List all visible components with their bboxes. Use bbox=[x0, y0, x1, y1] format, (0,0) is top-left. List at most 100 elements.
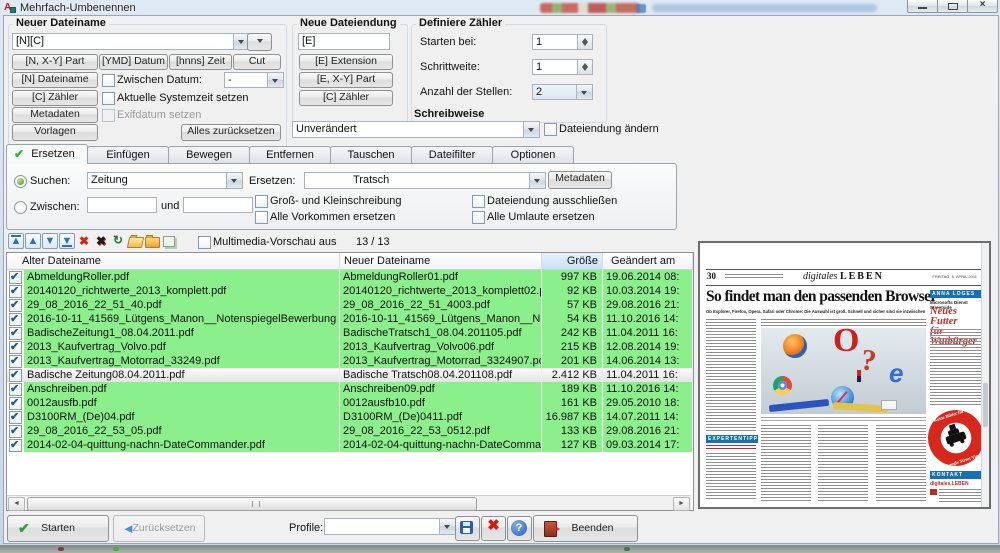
alle-umlaute-checkbox[interactable] bbox=[472, 211, 485, 224]
column-header-neuer-dateiname[interactable]: Neuer Dateiname bbox=[340, 253, 542, 269]
remove-icon[interactable]: ✖ bbox=[76, 233, 92, 249]
scroll-right-icon[interactable]: ► bbox=[673, 497, 690, 511]
beenden-button[interactable]: Beenden bbox=[533, 515, 638, 542]
profile-combobox[interactable] bbox=[324, 518, 456, 535]
help-button[interactable]: ? bbox=[507, 516, 532, 541]
table-row[interactable]: 2013_Kaufvertrag_Volvo.pdf2013_Kaufvertr… bbox=[7, 340, 693, 354]
chevron-down-icon[interactable] bbox=[523, 122, 539, 137]
row-checkbox[interactable] bbox=[9, 341, 22, 354]
extension-part-button[interactable]: [E, X-Y] Part bbox=[299, 72, 393, 88]
tab-tauschen[interactable]: Tauschen bbox=[330, 146, 412, 164]
table-row[interactable]: AbmeldungRoller.pdfAbmeldungRoller01.pdf… bbox=[7, 270, 693, 284]
datum-separator-combobox[interactable]: - bbox=[224, 72, 284, 88]
table-row[interactable]: Badische Zeitung08.04.2011.pdfBadische T… bbox=[7, 368, 693, 382]
schrittweite-spinner[interactable]: 1 bbox=[532, 59, 593, 75]
tab-ersetzen[interactable]: ✔Ersetzen bbox=[6, 144, 88, 164]
zwischen-datum-checkbox[interactable] bbox=[102, 74, 115, 87]
table-row[interactable]: 2016-10-11_41569_Lütgens_Manon__Notenspi… bbox=[7, 312, 693, 326]
datum-button[interactable]: [YMD] Datum bbox=[99, 54, 168, 70]
row-checkbox[interactable] bbox=[9, 439, 22, 452]
suchen-combobox[interactable]: Zeitung bbox=[87, 172, 243, 189]
chevron-down-icon[interactable] bbox=[529, 173, 545, 188]
row-checkbox[interactable] bbox=[9, 271, 22, 284]
column-header-alter-dateiname[interactable]: Alter Dateiname bbox=[7, 253, 340, 269]
table-row[interactable]: 2013_Kaufvertrag_Motorrad_33249.pdf2013_… bbox=[7, 354, 693, 368]
zwischen-bis-input[interactable] bbox=[183, 197, 253, 213]
table-row[interactable]: 20140120_richtwerte_2013_komplett.pdf201… bbox=[7, 284, 693, 298]
delete-profile-button[interactable]: ✖ bbox=[481, 516, 506, 541]
table-row[interactable]: Anschreiben.pdfAnschreiben09.pdf189 KB11… bbox=[7, 382, 693, 396]
new-window-icon[interactable] bbox=[161, 233, 177, 249]
chevron-down-icon[interactable] bbox=[267, 73, 283, 87]
tab-optionen[interactable]: Optionen bbox=[492, 146, 574, 164]
extension-pattern-input[interactable]: [E] bbox=[298, 33, 390, 50]
remove-all-icon[interactable]: ✖ bbox=[93, 233, 109, 249]
extension-zaehler-button[interactable]: [C] Zähler bbox=[299, 90, 393, 106]
metadaten-button[interactable]: Metadaten bbox=[12, 107, 98, 123]
table-row[interactable]: 29_08_2016_22_51_40.pdf29_08_2016_22_51_… bbox=[7, 298, 693, 312]
row-checkbox[interactable] bbox=[9, 313, 22, 326]
table-row[interactable]: 0012ausfb.pdf0012ausfb10.pdf161 KB29.05.… bbox=[7, 396, 693, 410]
zwischen-von-input[interactable] bbox=[87, 197, 157, 213]
preview-scrollbar[interactable] bbox=[981, 243, 989, 507]
add-folder-icon[interactable] bbox=[144, 233, 160, 249]
close-button[interactable]: × bbox=[967, 0, 998, 13]
dateiendung-ausschliessen-checkbox[interactable] bbox=[472, 195, 485, 208]
row-checkbox[interactable] bbox=[9, 369, 22, 382]
alle-vorkommen-checkbox[interactable] bbox=[255, 211, 268, 224]
anzahl-stellen-combobox[interactable]: 2 bbox=[532, 84, 593, 100]
extension-button[interactable]: [E] Extension bbox=[299, 54, 393, 70]
schreibweise-combobox[interactable]: Unverändert bbox=[292, 121, 540, 138]
starten-bei-spinner[interactable]: 1 bbox=[532, 34, 593, 50]
zwischen-radio[interactable] bbox=[14, 201, 27, 214]
move-top-icon[interactable]: ▲ bbox=[8, 233, 24, 249]
tab-einfügen[interactable]: Einfügen bbox=[87, 146, 169, 164]
maximize-button[interactable] bbox=[937, 0, 968, 13]
tab-entfernen[interactable]: Entfernen bbox=[249, 146, 331, 164]
row-checkbox[interactable] bbox=[9, 327, 22, 340]
part-button[interactable]: [N, X-Y] Part bbox=[12, 54, 98, 70]
table-row[interactable]: D3100RM_(De)04.pdfD3100RM_(De)0411.pdf16… bbox=[7, 410, 693, 424]
gross-klein-checkbox[interactable] bbox=[255, 195, 268, 208]
row-checkbox[interactable] bbox=[9, 299, 22, 312]
move-up-icon[interactable]: ▲ bbox=[25, 233, 41, 249]
spinner-arrows-icon[interactable] bbox=[577, 35, 592, 49]
dateiname-button[interactable]: [N] Dateiname bbox=[12, 72, 98, 88]
table-row[interactable]: 29_08_2016_22_53_05.pdf29_08_2016_22_53_… bbox=[7, 424, 693, 438]
move-down-icon[interactable]: ▼ bbox=[42, 233, 58, 249]
tab-bewegen[interactable]: Bewegen bbox=[168, 146, 250, 164]
tab-dateifilter[interactable]: Dateifilter bbox=[411, 146, 493, 164]
minimize-button[interactable] bbox=[907, 0, 938, 13]
cut-button[interactable]: Cut bbox=[233, 54, 281, 70]
ersetzen-combobox[interactable]: Tratsch bbox=[304, 172, 546, 189]
zuruecksetzen-button[interactable]: ◄ Zurücksetzen bbox=[113, 515, 205, 542]
systemzeit-checkbox[interactable] bbox=[102, 92, 115, 105]
column-header-geaendert-am[interactable]: Geändert am bbox=[603, 253, 693, 269]
horizontal-scrollbar[interactable]: ◄ ► bbox=[7, 495, 691, 510]
row-checkbox[interactable] bbox=[9, 425, 22, 438]
exifdatum-checkbox[interactable] bbox=[102, 109, 115, 122]
alles-zuruecksetzen-button[interactable]: Alles zurücksetzen bbox=[181, 124, 281, 141]
preview-scrollbar-thumb[interactable] bbox=[983, 383, 988, 427]
table-row[interactable]: BadischeZeitung1_08.04.2011.pdfBadischeT… bbox=[7, 326, 693, 340]
multimedia-vorschau-checkbox[interactable] bbox=[198, 236, 211, 249]
metadaten-search-button[interactable]: Metadaten bbox=[548, 171, 612, 189]
zaehler-button[interactable]: [C] Zähler bbox=[12, 90, 98, 106]
row-checkbox[interactable] bbox=[9, 397, 22, 410]
dateiendung-aendern-checkbox[interactable] bbox=[544, 123, 557, 136]
row-checkbox[interactable] bbox=[9, 355, 22, 368]
save-profile-button[interactable] bbox=[455, 516, 480, 541]
column-header-groesse[interactable]: Größe bbox=[542, 253, 603, 269]
spinner-arrows-icon[interactable] bbox=[577, 60, 592, 74]
row-checkbox[interactable] bbox=[9, 383, 22, 396]
vorlagen-button[interactable]: Vorlagen bbox=[12, 124, 98, 141]
scroll-left-icon[interactable]: ◄ bbox=[8, 497, 25, 511]
title-bar[interactable]: A Mehrfach-Umbenennen × bbox=[0, 0, 1000, 15]
zeit-button[interactable]: [hnns] Zeit bbox=[169, 54, 232, 70]
table-row[interactable]: 2014-02-04-quittung-nachn-DateCommander.… bbox=[7, 438, 693, 452]
row-checkbox[interactable] bbox=[9, 285, 22, 298]
chevron-down-icon[interactable] bbox=[226, 173, 242, 188]
pattern-history-dropdown-button[interactable] bbox=[247, 33, 272, 51]
row-checkbox[interactable] bbox=[9, 411, 22, 424]
chevron-down-icon[interactable] bbox=[439, 519, 455, 534]
